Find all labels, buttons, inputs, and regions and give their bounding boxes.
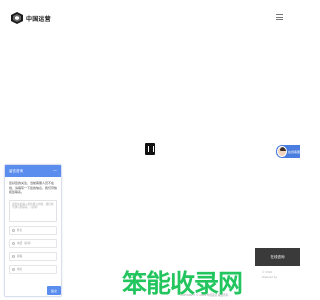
- minimize-icon[interactable]: —: [53, 169, 57, 173]
- logo-icon: [11, 12, 23, 24]
- menu-line: [276, 16, 283, 18]
- message-panel-notice: 您好您的关注，当前客服人员不在线，请填写一下您的信息，我们尽快和您联系。: [9, 181, 58, 194]
- phone-field-placeholder: 电话（必填）: [17, 242, 33, 245]
- message-panel-header: 留言咨询 —: [5, 165, 61, 177]
- message-panel-title: 留言咨询: [9, 168, 23, 173]
- message-textarea[interactable]: 请您在此输入您的留言内容，我们将尽快与您联系。（必填）: [9, 199, 57, 222]
- message-panel: 留言咨询 — 您好您的关注，当前客服人员不在线，请填写一下您的信息，我们尽快和您…: [4, 164, 62, 297]
- email-field-placeholder: 邮箱: [17, 255, 23, 258]
- pause-icon[interactable]: [145, 143, 155, 155]
- avatar: [277, 146, 287, 157]
- online-chat-label: 在线咨询: [270, 254, 285, 259]
- mail-icon: [12, 254, 15, 258]
- site-logo[interactable]: 中国运营: [11, 12, 51, 24]
- footer-right-line: Powered by: [262, 276, 278, 279]
- name-field-placeholder: 姓名: [17, 229, 23, 232]
- logo-text: 中国运营: [26, 15, 51, 23]
- hamburger-menu-icon[interactable]: [276, 14, 283, 20]
- phone-field[interactable]: 电话（必填）: [9, 238, 57, 248]
- footer-copyright: COPYRIGHT © 2024 中国运营 版权所有: [180, 294, 229, 297]
- online-service-button[interactable]: 在线客服: [276, 145, 300, 158]
- location-icon: [12, 267, 15, 271]
- phone-icon: [12, 241, 15, 245]
- email-field[interactable]: 邮箱: [9, 251, 57, 261]
- footer-right-text: © 2024 Powered by: [262, 270, 277, 280]
- name-field[interactable]: 姓名: [9, 225, 57, 235]
- menu-line: [276, 14, 283, 15]
- online-chat-button[interactable]: 在线咨询: [255, 248, 300, 266]
- user-icon: [12, 228, 15, 232]
- address-field[interactable]: 地址: [9, 264, 57, 274]
- submit-button[interactable]: 提交: [47, 286, 61, 295]
- address-field-placeholder: 地址: [17, 268, 23, 271]
- menu-line: [276, 19, 283, 20]
- online-service-label: 在线客服: [287, 149, 300, 154]
